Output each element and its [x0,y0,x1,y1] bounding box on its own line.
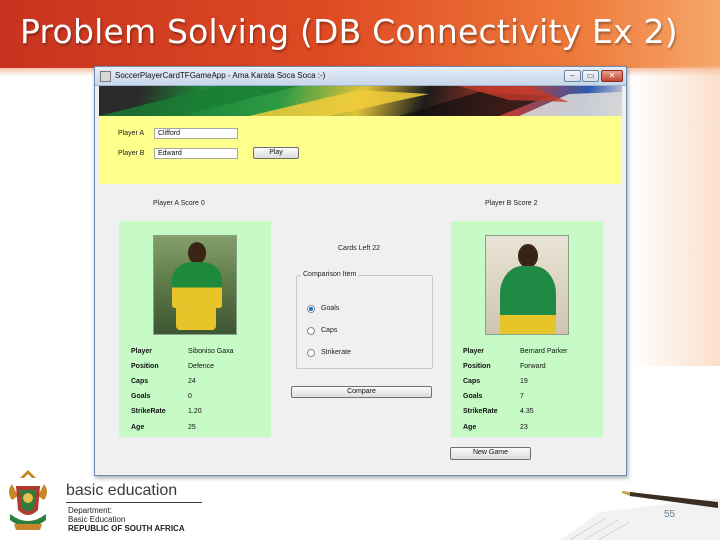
player-a-row-strikerate: StrikeRate 1.20 [131,408,202,415]
player-entry-panel: Player A Clifford Player B Edward Play [99,116,622,184]
player-b-score: Player B Score 2 [485,200,538,207]
comparison-item-group: Comparison Item Goals Caps Strikerate [296,271,433,369]
flag-banner-art [99,86,622,116]
player-b-row-position: Position Forward [463,363,546,370]
comparison-item-title: Comparison Item [301,271,359,278]
player-a-row-position: Position Defence [131,363,215,370]
player-a-label: Player A [118,130,145,137]
player-a-shirt [172,262,222,308]
player-a-score: Player A Score 0 [153,200,205,207]
player-a-card: Player Siboniso Gaxa Position Defence Ca… [119,221,271,437]
coat-of-arms-logo [9,470,47,530]
compare-button[interactable]: Compare [291,386,432,398]
player-b-row-player: Player Bernard Parker [463,348,568,355]
footer-line-2: Basic Education [68,515,126,524]
player-a-row-goals: Goals 0 [131,393,192,400]
player-b-card: Player Bernard Parker Position Forward C… [451,221,603,437]
app-window: SoccerPlayerCardTFGameApp - Ama Karata S… [94,66,627,476]
play-button[interactable]: Play [253,147,299,159]
cards-left-label: Cards Left 22 [338,245,381,252]
minimize-button[interactable]: – [564,70,581,82]
player-b-photo [485,235,569,335]
app-icon [100,71,111,82]
player-a-row-age: Age 25 [131,424,196,431]
player-a-shorts [176,306,216,330]
player-a-row-caps: Caps 24 [131,378,196,385]
flag-banner-image [99,86,622,116]
decorative-glow [630,66,720,366]
window-titlebar[interactable]: SoccerPlayerCardTFGameApp - Ama Karata S… [95,67,626,86]
new-game-button[interactable]: New Game [450,447,531,460]
player-b-shirt [500,266,556,334]
player-b-input[interactable]: Edward [154,148,238,159]
player-a-photo [153,235,237,335]
player-b-head [518,244,538,268]
slide-page-number: 55 [664,509,676,520]
footer-main-text: basic education [66,482,178,499]
close-button[interactable]: ✕ [601,70,623,82]
player-b-row-strikerate: StrikeRate 4.35 [463,408,534,415]
footer-line-1: Department: [68,506,113,515]
player-b-label: Player B [118,150,145,157]
window-title: SoccerPlayerCardTFGameApp - Ama Karata S… [115,71,326,80]
maximize-button[interactable]: ▭ [582,70,599,82]
slide-title: Problem Solving (DB Connectivity Ex 2) [20,12,678,51]
player-b-row-caps: Caps 19 [463,378,528,385]
footer-line-3: REPUBLIC OF SOUTH AFRICA [68,524,185,533]
pen-paper-decoration [560,491,720,540]
player-a-input[interactable]: Clifford [154,128,238,139]
radio-goals-control[interactable] [307,305,315,313]
player-a-row-player: Player Siboniso Gaxa [131,348,234,355]
player-b-row-goals: Goals 7 [463,393,524,400]
player-b-row-age: Age 23 [463,424,528,431]
radio-caps-control[interactable] [307,327,315,335]
radio-strikerate-control[interactable] [307,349,315,357]
player-a-head [188,242,206,264]
footer-divider [66,502,202,503]
slide-header: Problem Solving (DB Connectivity Ex 2) [0,0,720,76]
